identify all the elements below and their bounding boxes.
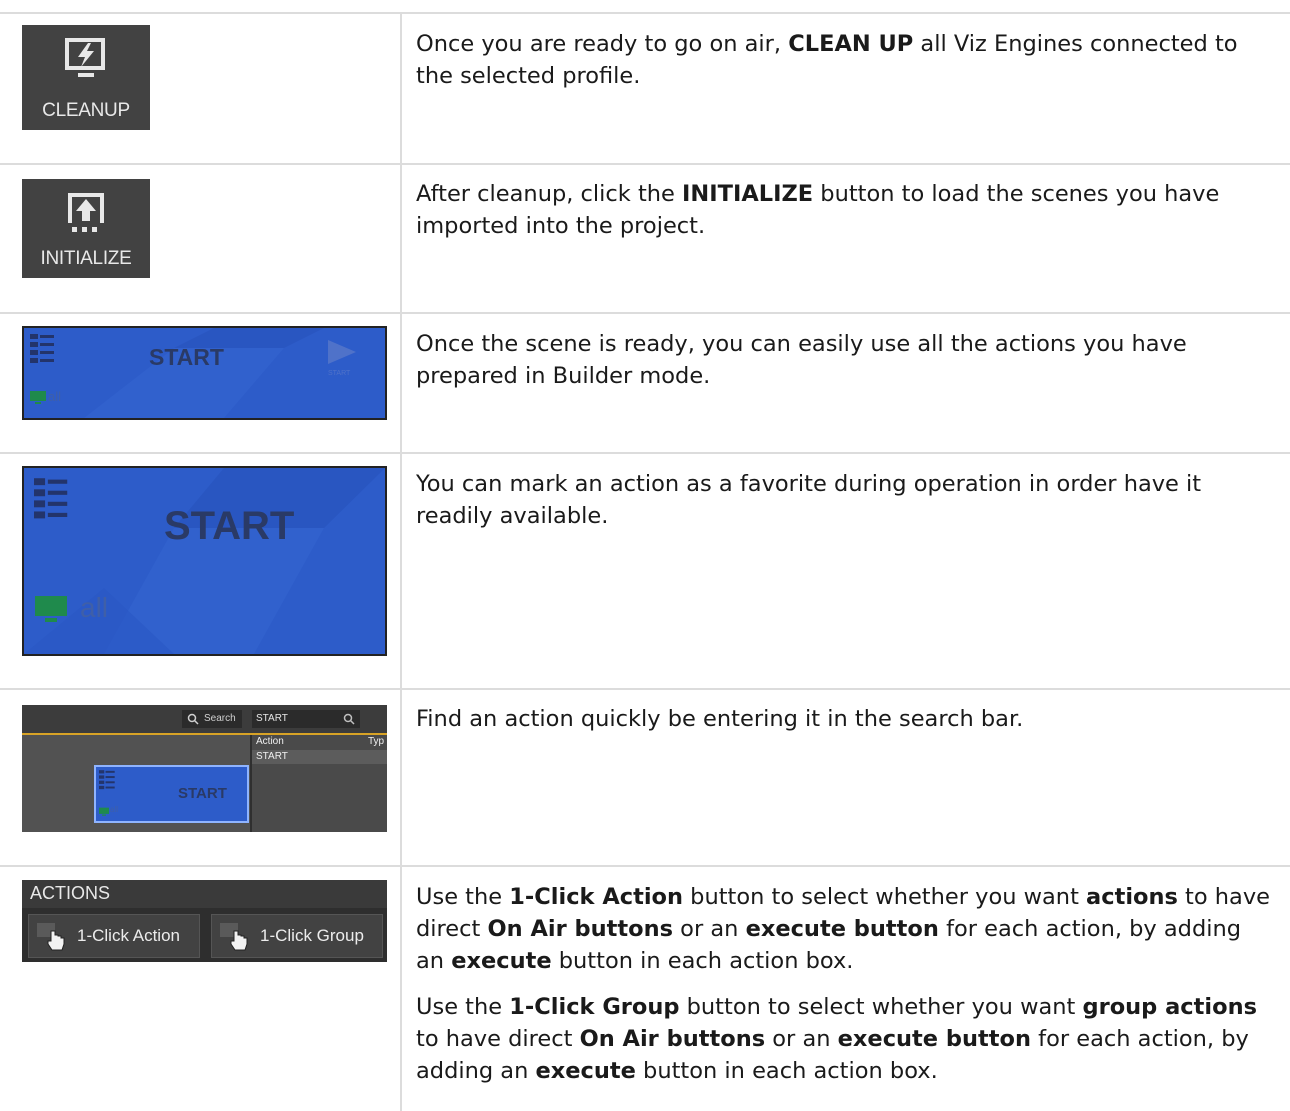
text-run: Once the scene is ready, you can easily … [416, 331, 1187, 389]
text-run: Use the [416, 884, 510, 910]
cleanup-button-image: CLEANUP [22, 25, 150, 130]
channel-monitor-icon [99, 807, 109, 816]
initialize-label: INITIALIZE [40, 248, 132, 269]
row-divider [0, 12, 1290, 14]
bold-term: execute button [837, 1026, 1032, 1052]
paragraph: Once you are ready to go on air, CLEAN U… [416, 28, 1276, 92]
paragraph: After cleanup, click the INITIALIZE butt… [416, 178, 1276, 242]
text-run: or an [673, 916, 746, 942]
bold-term: execute [451, 948, 552, 974]
hand-pointer-icon [220, 923, 248, 951]
button-label: 1-Click Action [77, 926, 180, 945]
text-run: Use the [416, 994, 510, 1020]
actions-panel: ACTIONS 1-Click Action 1-Click Group [22, 880, 387, 962]
search-button-label: Search [204, 713, 236, 724]
action-list-icon [30, 334, 54, 363]
bold-term: execute [535, 1058, 636, 1084]
bold-term: execute button [745, 916, 939, 942]
text-run: button to select whether you want [683, 884, 1087, 910]
channel-label: all [48, 389, 62, 404]
actions-description: Use the 1-Click Action button to select … [416, 881, 1276, 1101]
text-run: After cleanup, click the [416, 181, 683, 207]
doc-table: CLEANUP Once you are ready to go on air,… [0, 0, 1290, 1111]
text-run: to have direct [416, 1026, 580, 1052]
cleanup-description: Once you are ready to go on air, CLEAN U… [416, 28, 1276, 106]
tile-title: START [149, 344, 224, 370]
cleanup-label: CLEANUP [42, 100, 130, 121]
bold-term: On Air buttons [579, 1026, 766, 1052]
favorite-action-tile: START all [22, 466, 387, 656]
initialize-button: INITIALIZE [22, 179, 150, 278]
channel-monitor-icon [35, 596, 67, 622]
initialize-upload-icon [68, 193, 104, 232]
start-action-tile: START START all [22, 326, 387, 420]
favorite-tile-image: START all [22, 466, 387, 656]
paragraph-one-click-group: Use the 1-Click Group button to select w… [416, 991, 1276, 1087]
start-tile-image: START START all [22, 326, 387, 420]
tile-title: START [178, 785, 227, 802]
row-divider [0, 865, 1290, 867]
action-list-icon [99, 770, 115, 790]
channel-label: all [110, 805, 119, 814]
action-list-icon [34, 478, 68, 519]
text-run: button in each action box. [635, 1058, 938, 1084]
start-action-tile-mini[interactable]: START all [94, 765, 249, 823]
text-run: button in each action box. [551, 948, 854, 974]
row-divider [0, 452, 1290, 454]
actions-header: ACTIONS [22, 880, 387, 908]
cleanup-monitor-icon [65, 38, 105, 77]
bold-term: CLEAN UP [788, 31, 914, 57]
bold-term: group actions [1082, 994, 1257, 1020]
text-run: or an [765, 1026, 838, 1052]
text-run: Once you are ready to go on air, [416, 31, 789, 57]
search-button[interactable]: Search [182, 710, 242, 728]
text-run: You can mark an action as a favorite dur… [416, 471, 1202, 529]
text-run: button to select whether you want [679, 994, 1083, 1020]
hand-pointer-icon [37, 923, 65, 951]
column-header-action: Action [256, 736, 284, 747]
paragraph: Once the scene is ready, you can easily … [416, 328, 1276, 392]
paragraph: You can mark an action as a favorite dur… [416, 468, 1276, 532]
tile-title: START [164, 504, 295, 548]
paragraph-one-click-action: Use the 1-Click Action button to select … [416, 881, 1276, 977]
paragraph: Find an action quickly be entering it in… [416, 703, 1276, 735]
bold-term: 1-Click Group [509, 994, 680, 1020]
search-screenshot: Search START Action Typ START START all [22, 705, 387, 832]
play-icon [328, 340, 356, 364]
start-description: Once the scene is ready, you can easily … [416, 328, 1276, 406]
search-description: Find an action quickly be entering it in… [416, 703, 1276, 749]
favorite-description: You can mark an action as a favorite dur… [416, 468, 1276, 546]
actions-header-label: ACTIONS [30, 883, 111, 903]
text-run: Find an action quickly be entering it in… [416, 706, 1024, 732]
search-icon [343, 713, 355, 725]
initialize-description: After cleanup, click the INITIALIZE butt… [416, 178, 1276, 256]
play-caption: START [328, 370, 351, 377]
channel-monitor-icon [30, 391, 46, 404]
result-row-label: START [256, 751, 288, 762]
bold-term: INITIALIZE [682, 181, 814, 207]
row-divider [0, 163, 1290, 165]
one-click-action-button[interactable]: 1-Click Action [28, 914, 200, 958]
search-icon [187, 713, 199, 725]
row-divider [0, 312, 1290, 314]
column-header-type: Typ [368, 736, 385, 747]
button-label: 1-Click Group [260, 926, 364, 945]
channel-label: all [80, 592, 109, 623]
row-divider [0, 688, 1290, 690]
search-input-value: START [256, 713, 288, 724]
bold-term: 1-Click Action [509, 884, 684, 910]
tile-background-pattern [24, 468, 385, 654]
initialize-button-image: INITIALIZE [22, 179, 150, 278]
column-divider [400, 12, 402, 1111]
search-input[interactable]: START [252, 710, 360, 728]
one-click-group-button[interactable]: 1-Click Group [211, 914, 383, 958]
bold-term: On Air buttons [487, 916, 674, 942]
bold-term: actions [1086, 884, 1178, 910]
cleanup-button: CLEANUP [22, 25, 150, 130]
